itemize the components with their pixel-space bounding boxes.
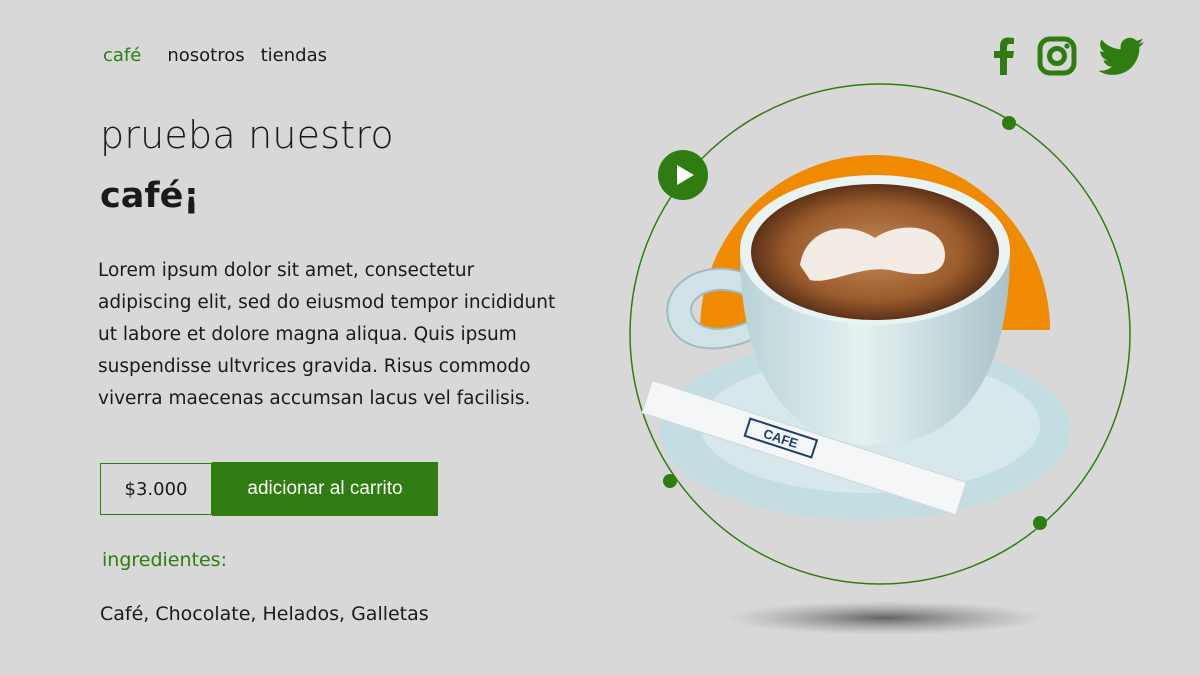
add-to-cart-button[interactable]: adicionar al carrito	[212, 462, 438, 516]
product-description: Lorem ipsum dolor sit amet, consectetur …	[98, 260, 556, 409]
ring-dot	[663, 474, 677, 488]
hero-title-line1: prueba nuestro	[100, 113, 394, 157]
play-video-button[interactable]	[658, 150, 708, 204]
top-nav: café nosotros tiendas	[103, 45, 327, 66]
ingredients-list: Café, Chocolate, Helados, Galletas	[100, 603, 429, 625]
floor-shadow	[725, 601, 1045, 635]
hero-title-line2: café¡	[100, 176, 200, 216]
ring-dot	[1033, 516, 1047, 530]
play-icon	[658, 150, 708, 200]
nav-item-tiendas[interactable]: tiendas	[261, 45, 327, 66]
nav-item-cafe[interactable]: café	[103, 45, 141, 66]
ring-dot	[1002, 116, 1016, 130]
ingredients-title: ingredientes:	[102, 549, 227, 571]
nav-item-nosotros[interactable]: nosotros	[167, 45, 244, 66]
purchase-row: $3.000 adicionar al carrito	[100, 462, 438, 516]
price-box: $3.000	[100, 463, 212, 515]
product-visual: CAFE	[600, 70, 1160, 650]
